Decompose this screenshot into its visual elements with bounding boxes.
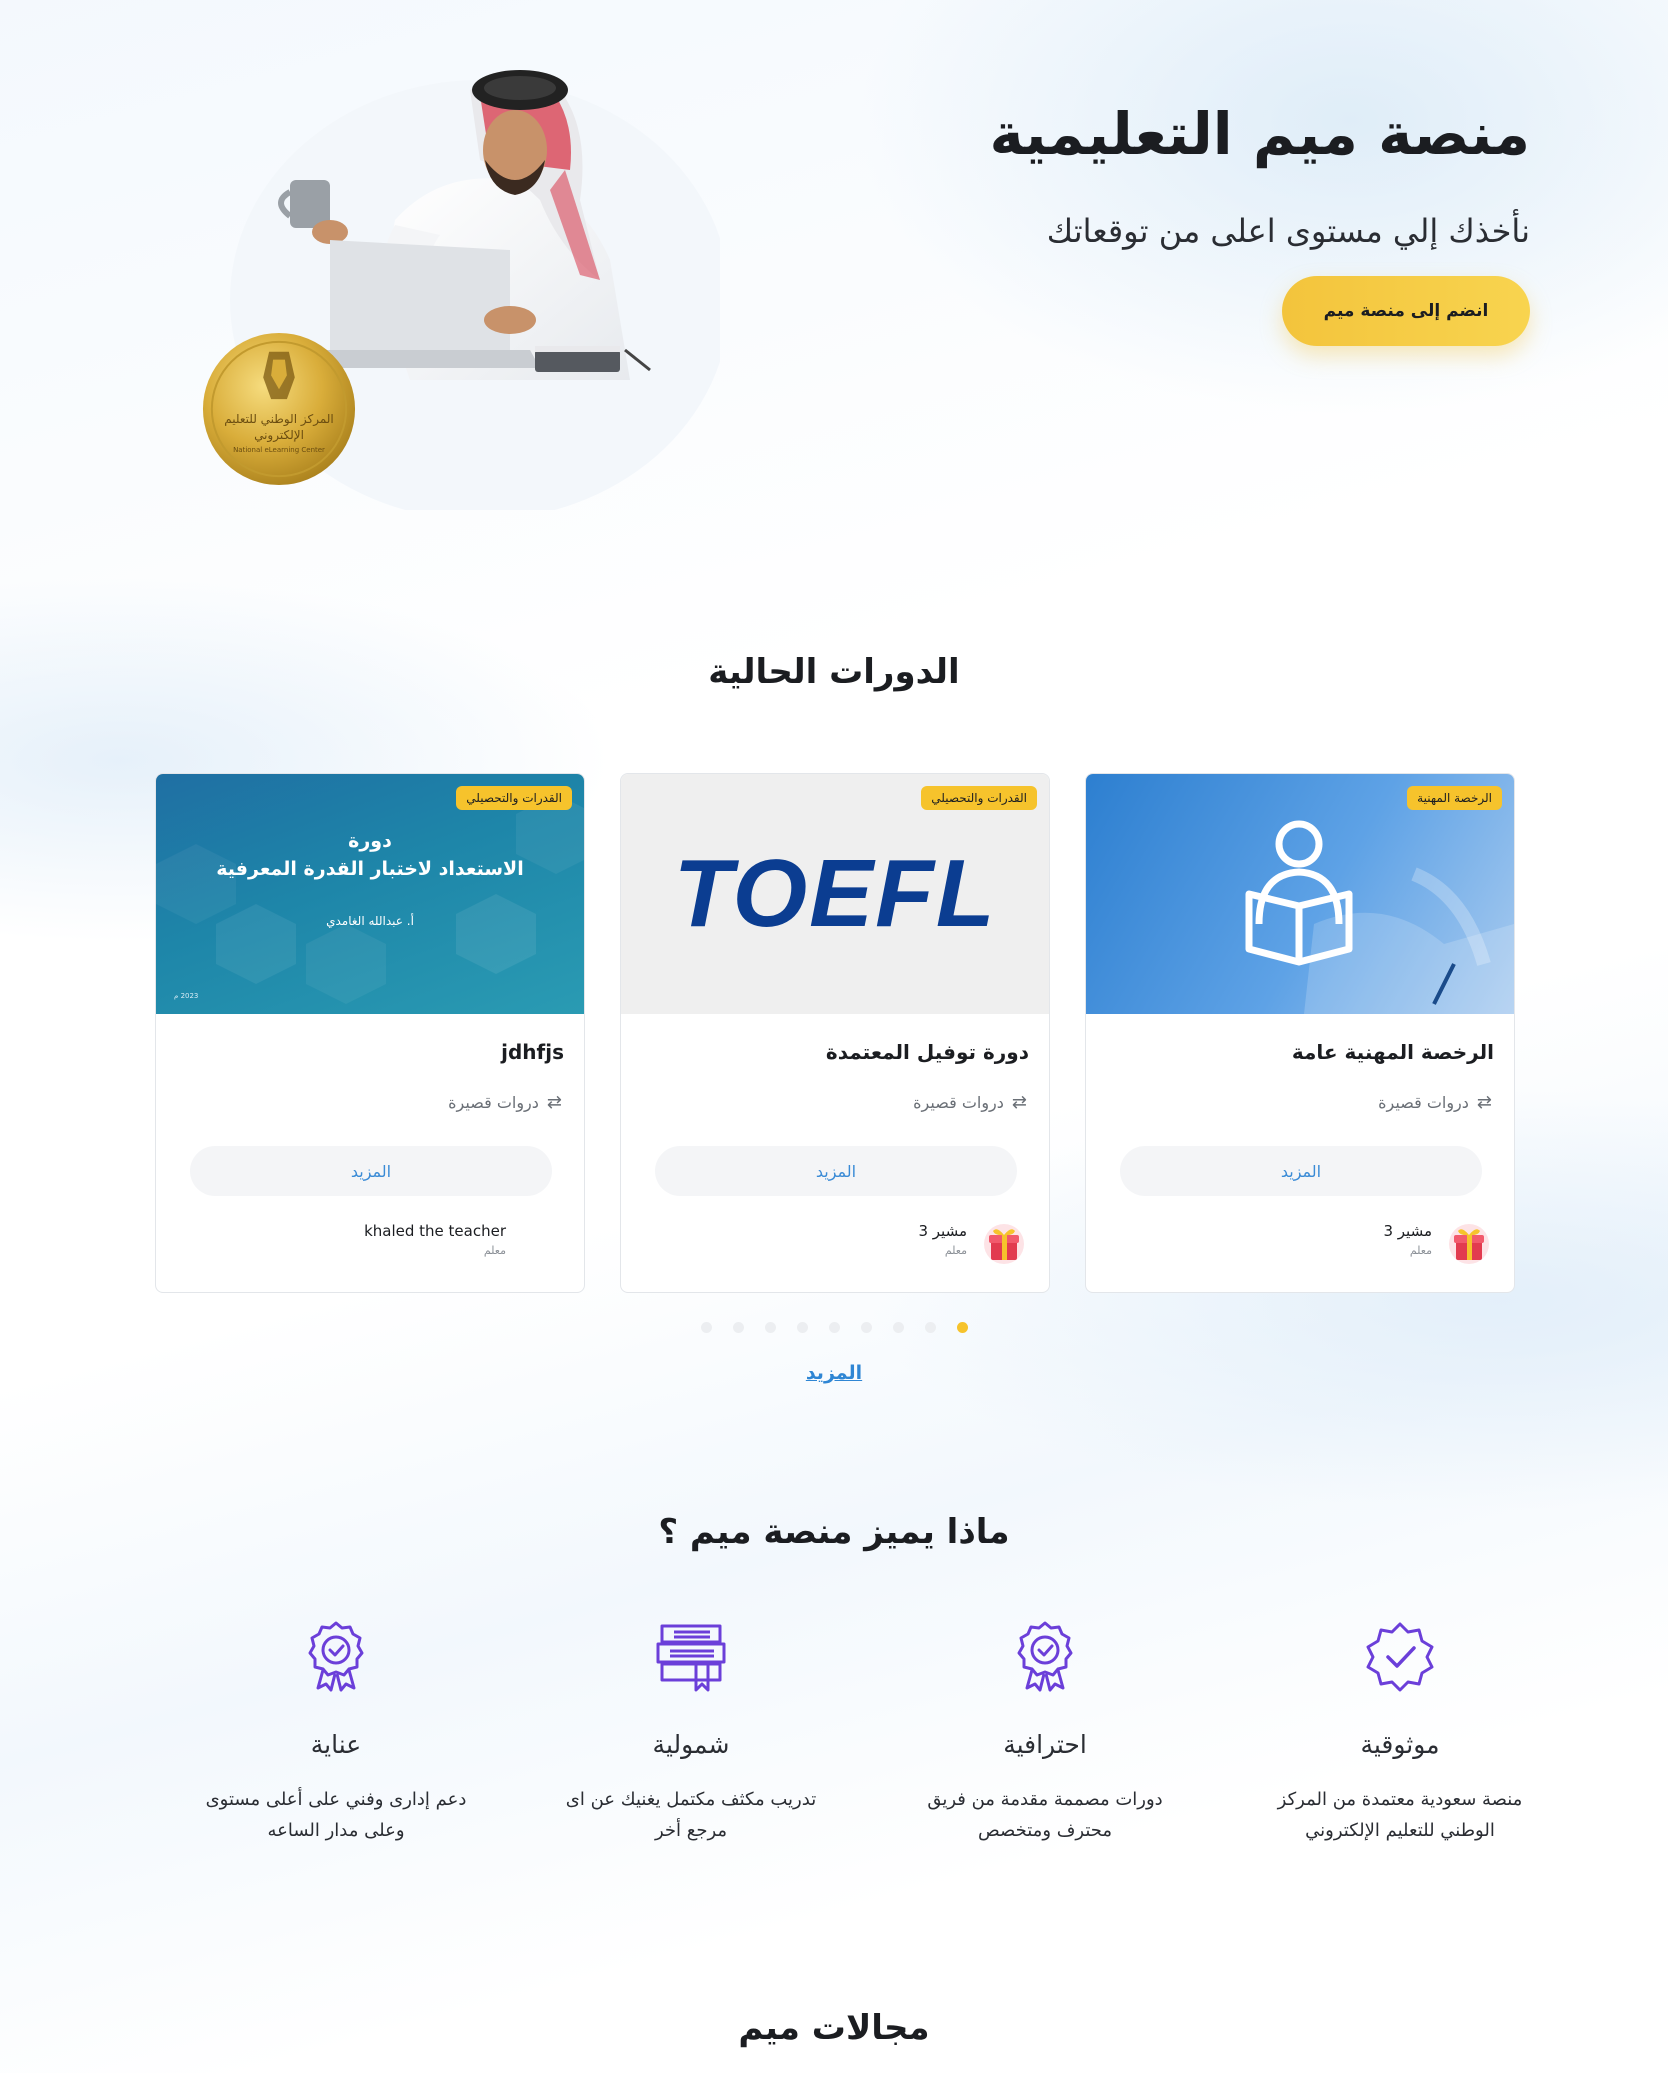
feature-description: تدريب مكثف مكتمل يغنيك عن اى مرجع أخر (541, 1785, 841, 1846)
feature-description-line: تدريب مكثف مكتمل يغنيك عن اى (565, 1789, 817, 1810)
feature-description-line: منصة سعودية معتمدة من المركز (1277, 1789, 1523, 1810)
toefl-logo: TOEFL (673, 840, 997, 947)
hero-text: منصة ميم التعليمية نأخذك إلي مستوى اعلى … (910, 100, 1530, 346)
carousel-dot[interactable] (956, 1322, 968, 1333)
course-card-image: TOEFL القدرات والتحصيلي (621, 774, 1049, 1014)
course-type: ⇄ دروات قصيرة (448, 1092, 562, 1113)
feature-title: شمولية (652, 1730, 730, 1759)
feature-description: دعم إدارى وفني على أعلى مستوى وعلى مدار … (186, 1785, 486, 1846)
feature-description-line: مرجع أخر (654, 1819, 728, 1841)
books-stack-icon (656, 1624, 726, 1692)
course-image-line2: الاستعداد لاختبار القدرة المعرفية (216, 858, 524, 880)
course-card-image: دورة الاستعداد لاختبار القدرة المعرفية أ… (156, 774, 584, 1014)
courses-carousel: الرخصة المهنية الرخصة المهنية عامة ⇄ درو… (155, 773, 1515, 1293)
instructor-avatar-gift-icon (1449, 1224, 1489, 1264)
course-card[interactable]: TOEFL القدرات والتحصيلي دورة توفيل المعت… (620, 773, 1050, 1293)
award-ribbon-icon (308, 1621, 364, 1692)
hero-title: منصة ميم التعليمية (989, 100, 1530, 168)
feature-description: منصة سعودية معتمدة من المركز الوطني للتع… (1250, 1785, 1550, 1846)
carousel-dot[interactable] (924, 1322, 936, 1333)
features-section-title: ماذا يميز منصة ميم ؟ (658, 1512, 1010, 1552)
course-type-label: دروات قصيرة (1378, 1093, 1469, 1112)
feature-title: موثوقية (1360, 1730, 1440, 1759)
course-card[interactable]: الرخصة المهنية الرخصة المهنية عامة ⇄ درو… (1085, 773, 1515, 1293)
course-category-tag: الرخصة المهنية (1407, 786, 1502, 810)
instructor-name: مشير 3 (1383, 1222, 1432, 1240)
instructor-name: مشير 3 (918, 1222, 967, 1240)
features-list: موثوقية منصة سعودية معتمدة من المركز الو… (140, 1620, 1550, 1890)
course-title[interactable]: jdhfjs (176, 1040, 564, 1064)
instructor-info: مشير 3 معلم (1383, 1222, 1432, 1257)
course-title[interactable]: دورة توفيل المعتمدة (641, 1040, 1029, 1064)
feature-item: عناية دعم إدارى وفني على أعلى مستوى وعلى… (186, 1620, 486, 1846)
join-platform-button[interactable]: انضم إلى منصة ميم (1282, 275, 1530, 346)
repeat-icon: ⇄ (1476, 1092, 1492, 1113)
badge-text-en: National eLearning Center (233, 446, 325, 455)
feature-item: موثوقية منصة سعودية معتمدة من المركز الو… (1250, 1620, 1550, 1846)
feature-description: دورات مصممة مقدمة من فريق محترف ومتخصص (895, 1785, 1195, 1846)
course-image-line1: دورة (348, 830, 392, 852)
course-category-tag: القدرات والتحصيلي (456, 786, 572, 810)
course-type: ⇄ دروات قصيرة (1378, 1092, 1492, 1113)
instructor-role: معلم (1409, 1244, 1432, 1257)
feature-title: احترافية (1003, 1730, 1087, 1759)
feature-item: شمولية تدريب مكثف مكتمل يغنيك عن اى مرجع… (541, 1620, 841, 1846)
repeat-icon: ⇄ (546, 1092, 562, 1113)
course-image-text: دورة الاستعداد لاختبار القدرة المعرفية أ… (156, 830, 584, 928)
instructor-info: khaled the teacher معلم (364, 1222, 506, 1257)
badge-text: المركز الوطني للتعليم الإلكتروني Nationa… (218, 412, 340, 454)
nelc-gold-badge (202, 332, 356, 486)
carousel-dot[interactable] (700, 1322, 712, 1333)
hero-section: منصة ميم التعليمية نأخذك إلي مستوى اعلى … (0, 0, 1668, 560)
carousel-dot[interactable] (764, 1322, 776, 1333)
instructor-avatar-gift-icon (984, 1224, 1024, 1264)
verified-badge-icon (1366, 1622, 1434, 1692)
repeat-icon: ⇄ (1011, 1092, 1027, 1113)
award-ribbon-icon (1017, 1621, 1073, 1692)
feature-title: عناية (310, 1730, 362, 1759)
course-type: ⇄ دروات قصيرة (913, 1092, 1027, 1113)
courses-section-title: الدورات الحالية (708, 652, 960, 692)
carousel-dot[interactable] (892, 1322, 904, 1333)
course-title[interactable]: الرخصة المهنية عامة (1106, 1040, 1494, 1064)
badge-text-ar: المركز الوطني للتعليم الإلكتروني (224, 412, 334, 442)
instructor-name: khaled the teacher (364, 1222, 506, 1240)
feature-description-line: دورات مصممة مقدمة من فريق (927, 1789, 1163, 1810)
course-image-year: 2023 م (174, 992, 199, 1000)
instructor-role: معلم (483, 1244, 506, 1257)
instructor-role: معلم (944, 1244, 967, 1257)
carousel-dot[interactable] (828, 1322, 840, 1333)
carousel-dot[interactable] (860, 1322, 872, 1333)
instructor-info: مشير 3 معلم (918, 1222, 967, 1257)
course-more-button[interactable]: المزيد (190, 1146, 552, 1196)
course-card[interactable]: دورة الاستعداد لاختبار القدرة المعرفية أ… (155, 773, 585, 1293)
course-more-button[interactable]: المزيد (1120, 1146, 1482, 1196)
course-category-tag: القدرات والتحصيلي (921, 786, 1037, 810)
feature-description-line: دعم إدارى وفني على أعلى مستوى (205, 1789, 467, 1810)
course-card-image: الرخصة المهنية (1086, 774, 1514, 1014)
course-image-author: أ. عبدالله الغامدي (326, 914, 414, 928)
feature-description-line: محترف ومتخصص (977, 1819, 1113, 1841)
course-more-button[interactable]: المزيد (655, 1146, 1017, 1196)
course-type-label: دروات قصيرة (913, 1093, 1004, 1112)
carousel-pagination (0, 1322, 1668, 1333)
fields-section-title: مجالات ميم (738, 2008, 930, 2048)
course-type-label: دروات قصيرة (448, 1093, 539, 1112)
hero-subtitle: نأخذك إلي مستوى اعلى من توقعاتك (1046, 211, 1530, 250)
carousel-dot[interactable] (796, 1322, 808, 1333)
reading-person-icon (1245, 820, 1514, 1014)
feature-item: احترافية دورات مصممة مقدمة من فريق محترف… (895, 1620, 1195, 1846)
feature-description-line: وعلى مدار الساعه (267, 1819, 405, 1841)
carousel-dot[interactable] (732, 1322, 744, 1333)
feature-description-line: الوطني للتعليم الإلكتروني (1305, 1819, 1495, 1841)
courses-more-link[interactable]: المزيد (0, 1362, 1668, 1384)
